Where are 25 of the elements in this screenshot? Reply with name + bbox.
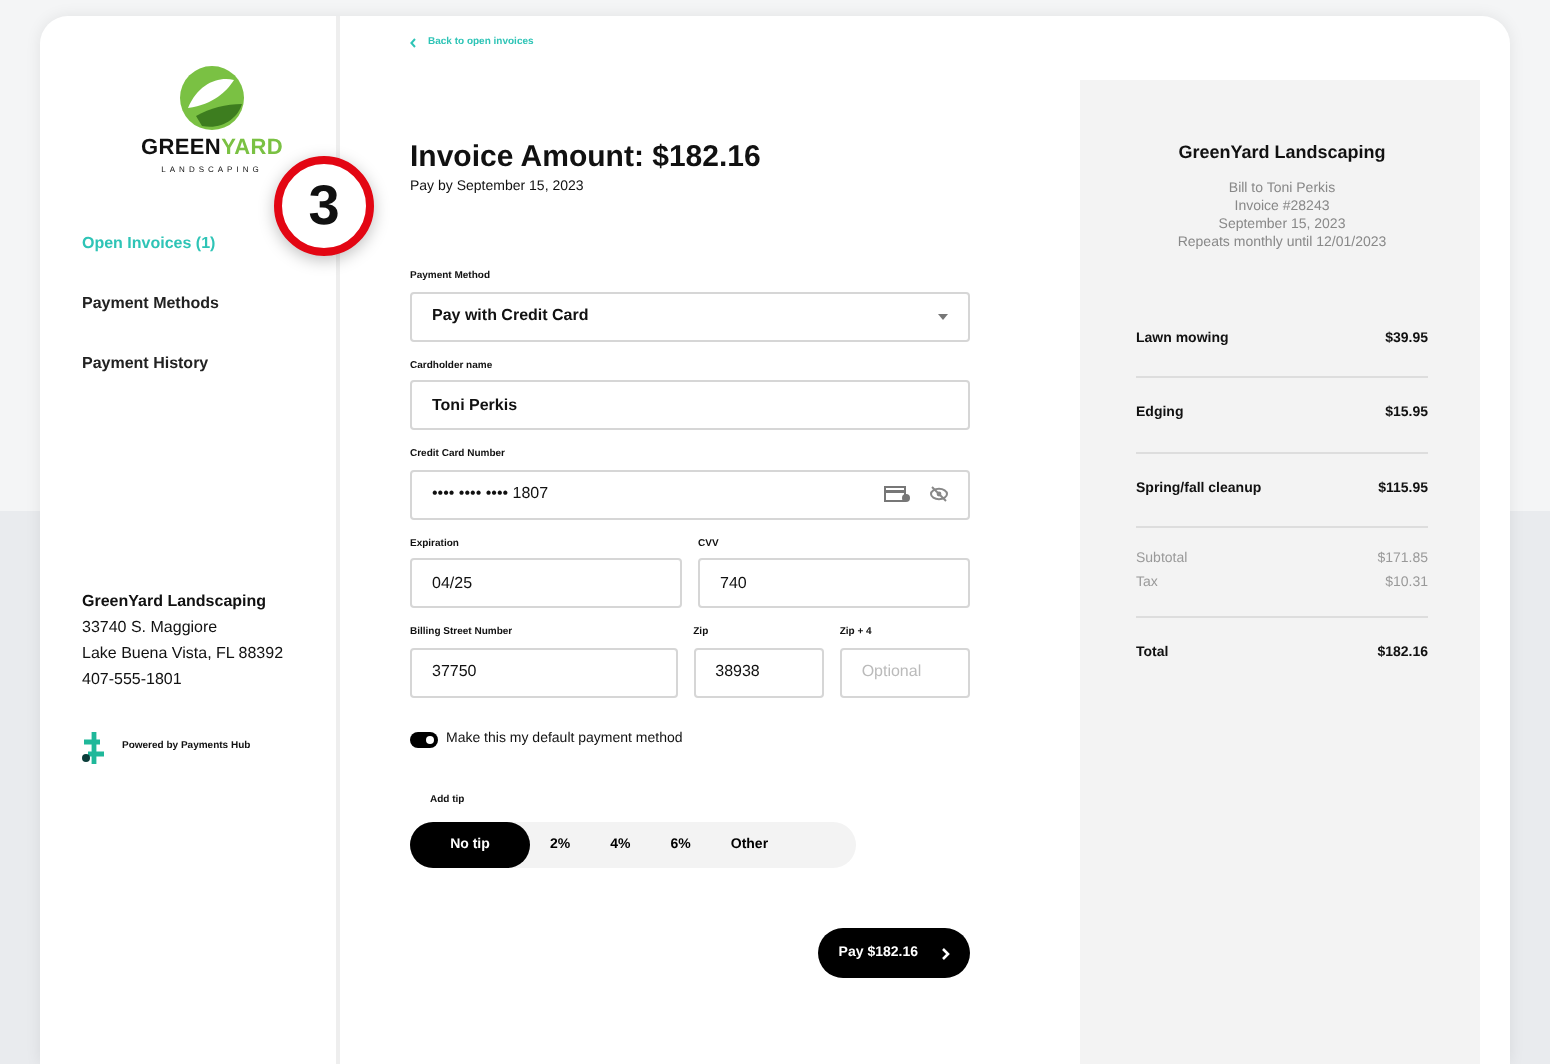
input-field[interactable]: 04/25 xyxy=(410,558,682,608)
input-field[interactable]: •••• •••• •••• 1807 xyxy=(410,469,970,519)
invoice-amount-heading: Invoice Amount: $182.16 xyxy=(410,139,763,175)
step-number-badge: 3 xyxy=(274,156,374,256)
leaf-logo-icon xyxy=(178,64,246,132)
hide-eye-icon[interactable] xyxy=(930,486,948,502)
address-line: Lake Buena Vista, FL 88392 xyxy=(82,642,286,666)
caret-icon xyxy=(938,313,948,319)
toggle-switch[interactable] xyxy=(410,731,438,748)
company-name: GreenYard Landscaping xyxy=(82,590,269,614)
input-field[interactable]: 38938 xyxy=(693,647,824,697)
sidebar-item[interactable]: Payment History xyxy=(82,352,209,376)
brand-name: GREENYARD xyxy=(140,138,284,160)
address-line: 33740 S. Maggiore xyxy=(82,616,220,640)
input-field[interactable]: 740 xyxy=(698,558,970,608)
input-field[interactable]: 37750 xyxy=(410,647,678,697)
chevron-left-icon xyxy=(410,38,416,49)
sidebar-item[interactable]: Payment Methods xyxy=(82,292,219,316)
summary-company-name: GreenYard Landscaping xyxy=(1176,140,1388,166)
address-line: 407-555-1801 xyxy=(82,668,184,692)
input-field[interactable]: Toni Perkis xyxy=(410,380,970,430)
chevron-right-icon xyxy=(942,947,950,960)
card-icon xyxy=(884,486,910,502)
payment-method-select[interactable]: Pay with Credit Card xyxy=(410,291,970,341)
payments-hub-logo-icon xyxy=(82,732,106,764)
